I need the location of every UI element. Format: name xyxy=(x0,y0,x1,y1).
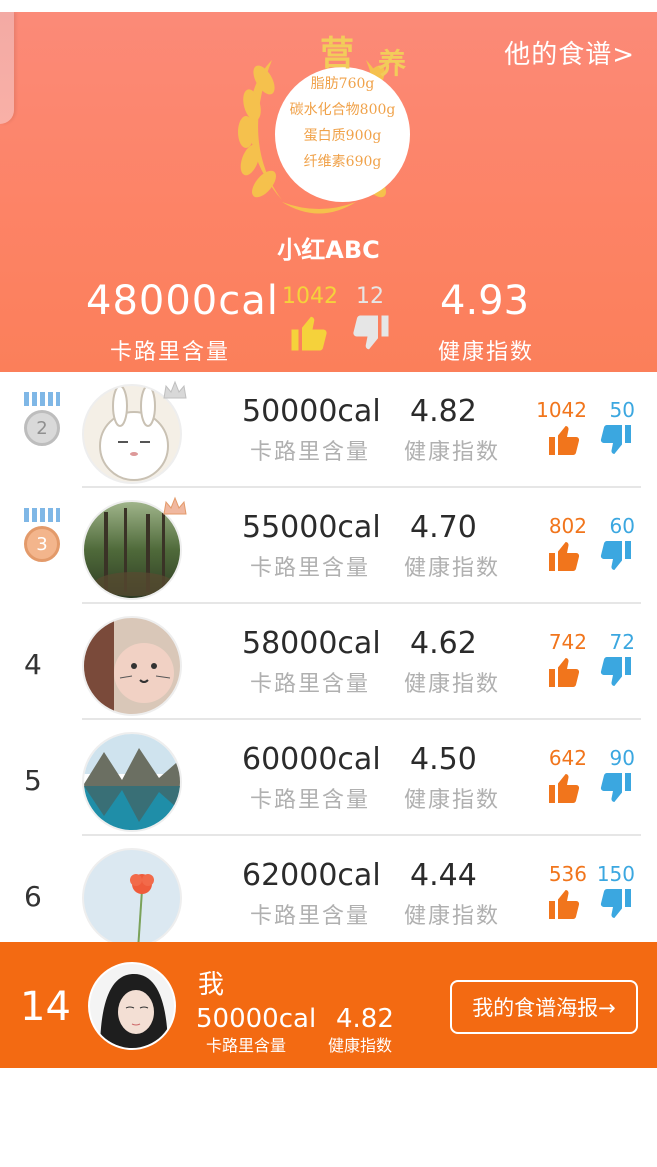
calories-label: 卡路里含量 xyxy=(250,440,371,465)
lake-mountain-avatar[interactable] xyxy=(82,732,182,832)
side-tab[interactable] xyxy=(0,12,14,124)
calories-label: 卡路里含量 xyxy=(250,556,371,581)
like-count: 742 xyxy=(548,630,587,654)
calories-value: 50000cal xyxy=(242,394,381,429)
ranking-row[interactable]: 2 50000cal 卡路里含量 4.82 健康指数 1042 50 xyxy=(0,372,657,488)
like-count: 642 xyxy=(548,746,587,770)
health-score-label: 健康指数 xyxy=(404,440,501,465)
dislike-count: 90 xyxy=(609,746,635,770)
calories-label: 卡路里含量 xyxy=(250,672,371,697)
ranking-list: 2 50000cal 卡路里含量 4.82 健康指数 1042 50 3 550… xyxy=(0,372,657,952)
calories-value: 55000cal xyxy=(242,510,381,545)
health-score-value: 4.70 xyxy=(410,510,477,545)
header-health-label: 健康指数 xyxy=(438,340,535,365)
ranking-row[interactable]: 3 55000cal 卡路里含量 4.70 健康指数 802 60 xyxy=(0,488,657,604)
thumbs-up-icon[interactable] xyxy=(546,886,582,922)
dislike-count: 50 xyxy=(609,398,635,422)
my-calories: 50000cal xyxy=(196,1004,317,1034)
health-score-value: 4.50 xyxy=(410,742,477,777)
thumbs-down-icon[interactable] xyxy=(598,422,634,458)
nutrient-protein: 蛋白质900g xyxy=(303,128,382,144)
thumbs-up-icon[interactable] xyxy=(546,770,582,806)
calories-label: 卡路里含量 xyxy=(250,788,371,813)
health-score-label: 健康指数 xyxy=(404,904,501,929)
like-count: 1042 xyxy=(536,398,587,422)
dislike-count: 72 xyxy=(609,630,635,654)
crown-icon xyxy=(163,380,187,399)
nutrient-carbs: 碳水化合物800g xyxy=(289,102,396,118)
thumbs-up-icon[interactable] xyxy=(288,312,330,354)
silver-medal-icon: 2 xyxy=(22,392,62,448)
ranking-row[interactable]: 6 62000cal 卡路里含量 4.44 健康指数 536 150 xyxy=(0,836,657,952)
thumbs-down-icon[interactable] xyxy=(598,538,634,574)
header-calories: 48000cal xyxy=(86,278,279,324)
thumbs-down-icon[interactable] xyxy=(350,312,392,354)
dislike-count: 60 xyxy=(609,514,635,538)
calories-value: 58000cal xyxy=(242,626,381,661)
my-calories-label: 卡路里含量 xyxy=(206,1036,287,1055)
profile-header: 他的食谱> 营 养 脂肪760g 碳水化合物800g 蛋白质900g 纤维素69… xyxy=(0,12,657,372)
rank-number: 5 xyxy=(24,764,42,797)
thumbs-up-icon[interactable] xyxy=(546,422,582,458)
my-rank-number: 14 xyxy=(20,984,71,1030)
header-health-score: 4.93 xyxy=(440,278,530,324)
user-name: 小红ABC xyxy=(277,236,380,264)
my-name: 我 xyxy=(198,970,225,1000)
thumbs-up-icon[interactable] xyxy=(546,538,582,574)
calories-label: 卡路里含量 xyxy=(250,904,371,929)
crown-icon xyxy=(163,496,187,515)
nutrient-fat: 脂肪760g xyxy=(310,76,375,92)
rank-number: 4 xyxy=(24,648,42,681)
thumbs-down-icon[interactable] xyxy=(598,886,634,922)
my-recipe-poster-button[interactable]: 我的食谱海报→ xyxy=(450,980,638,1034)
header-calories-label: 卡路里含量 xyxy=(110,340,231,365)
nutrient-fiber: 纤维素690g xyxy=(303,154,382,170)
health-score-label: 健康指数 xyxy=(404,788,501,813)
dislike-count: 150 xyxy=(596,862,635,886)
badge-title-ying: 营 xyxy=(320,34,354,74)
health-score-label: 健康指数 xyxy=(404,672,501,697)
like-count: 802 xyxy=(548,514,587,538)
calories-value: 62000cal xyxy=(242,858,381,893)
my-rank-bar: 14 我 50000cal 卡路里含量 4.82 健康指数 我的食谱海报→ xyxy=(0,942,657,1068)
his-recipes-link[interactable]: 他的食谱> xyxy=(504,34,635,71)
health-score-value: 4.82 xyxy=(410,394,477,429)
health-score-label: 健康指数 xyxy=(404,556,501,581)
cat-face-avatar[interactable] xyxy=(82,616,182,716)
rank-number: 6 xyxy=(24,880,42,913)
my-health-score: 4.82 xyxy=(336,1004,394,1034)
ranking-row[interactable]: 5 60000cal 卡路里含量 4.50 健康指数 642 90 xyxy=(0,720,657,836)
nutrient-list: 脂肪760g 碳水化合物800g 蛋白质900g 纤维素690g xyxy=(275,71,410,175)
bronze-medal-icon: 3 xyxy=(22,508,62,564)
like-count: 536 xyxy=(548,862,587,886)
thumbs-down-icon[interactable] xyxy=(598,654,634,690)
ranking-row[interactable]: 4 58000cal 卡路里含量 4.62 健康指数 742 72 xyxy=(0,604,657,720)
thumbs-up-icon[interactable] xyxy=(546,654,582,690)
flower-avatar[interactable] xyxy=(82,848,182,948)
health-score-value: 4.62 xyxy=(410,626,477,661)
health-score-value: 4.44 xyxy=(410,858,477,893)
header-like-count: 1042 xyxy=(282,284,338,309)
my-avatar[interactable] xyxy=(88,962,176,1050)
my-health-label: 健康指数 xyxy=(328,1036,393,1055)
thumbs-down-icon[interactable] xyxy=(598,770,634,806)
header-dislike-count: 12 xyxy=(356,284,384,309)
calories-value: 60000cal xyxy=(242,742,381,777)
